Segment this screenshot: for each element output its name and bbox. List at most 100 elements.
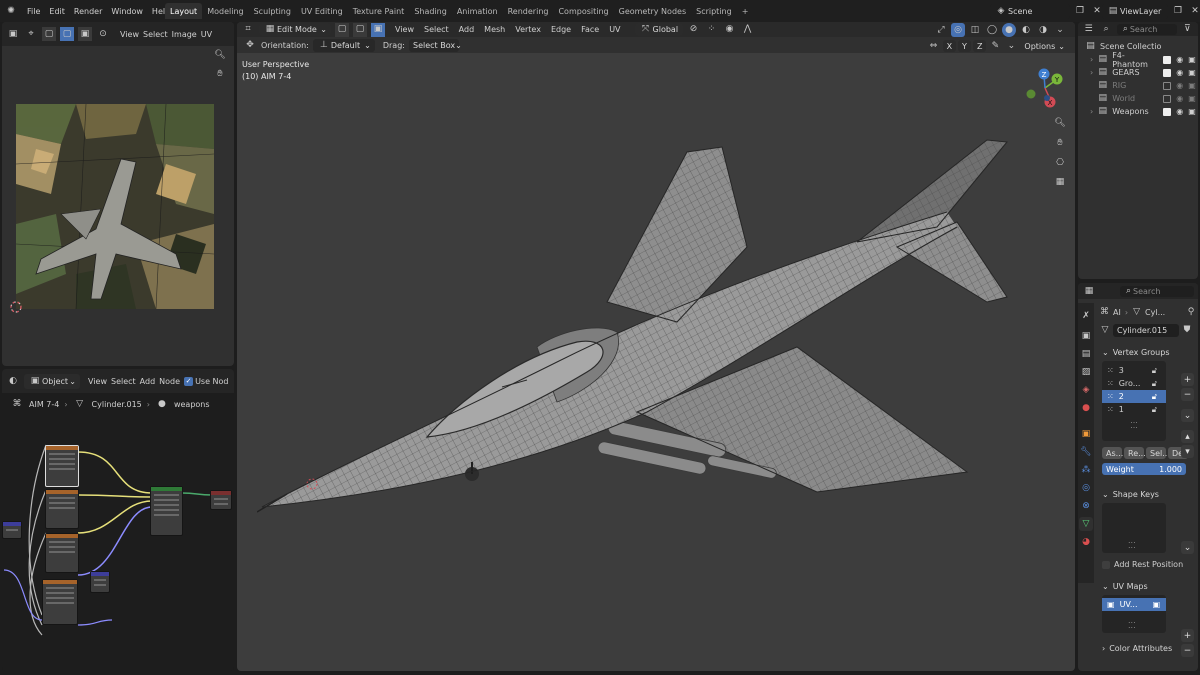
view-layer-tab-icon[interactable]: ▨ <box>1079 365 1093 379</box>
blender-logo-icon[interactable]: ✺ <box>4 4 18 18</box>
add-uv-map-button[interactable]: + <box>1181 629 1194 642</box>
filter-funnel-icon[interactable]: ⊽ <box>1181 22 1194 36</box>
menu-window[interactable]: Window <box>111 7 143 16</box>
material-output-node[interactable] <box>210 490 232 510</box>
orientation-dropdown[interactable]: ⊥ Default ⌄ <box>312 38 375 52</box>
camera-icon[interactable]: ▣ <box>1188 107 1196 116</box>
camera-view-icon[interactable]: ⎔ <box>1053 156 1067 170</box>
move-up-button[interactable]: ▴ <box>1181 430 1194 443</box>
uv-map-item-selected[interactable]: ▣ UV... ▣ <box>1102 598 1166 611</box>
pan-hand-icon[interactable]: ✋︎ <box>1053 136 1067 150</box>
image-menu-view[interactable]: View <box>120 30 139 39</box>
camera-icon[interactable]: ▣ <box>1188 55 1196 64</box>
outliner-item-gears[interactable]: › ▤ GEARS ◉ ▣ <box>1078 66 1198 79</box>
particles-tab-icon[interactable]: ⁂ <box>1079 463 1093 477</box>
image-texture-node[interactable] <box>45 445 79 487</box>
pan-hand-icon[interactable]: ✋︎ <box>213 67 227 81</box>
gizmo-neg-y-icon[interactable] <box>1026 89 1036 99</box>
drag-dropdown[interactable]: Select Box ⌄ <box>408 38 462 52</box>
checkbox-unchecked-icon[interactable] <box>1163 81 1172 90</box>
shape-keys-section-header[interactable]: ⌄ Shape Keys <box>1096 485 1196 503</box>
scene-tab-icon[interactable]: ◈ <box>1079 383 1093 397</box>
eye-icon[interactable]: ◉ <box>1176 107 1183 116</box>
image-menu-image[interactable]: Image <box>172 30 197 39</box>
camera-icon[interactable]: ▣ <box>1188 94 1196 103</box>
tab-animation[interactable]: Animation <box>452 3 503 19</box>
brush-icon[interactable]: ✎ <box>988 39 1002 53</box>
vertex-select-icon[interactable]: ▢ <box>42 27 56 41</box>
remove-button[interactable]: Re... <box>1124 447 1146 459</box>
tab-sculpting[interactable]: Sculpting <box>249 3 296 19</box>
shape-keys-list[interactable]: ⁚⁚⁚ <box>1102 503 1166 553</box>
outliner-item-rig[interactable]: › ▤ RIG ◉ ▣ <box>1078 79 1198 92</box>
viewport-menu-edge[interactable]: Edge <box>551 25 571 34</box>
eye-icon[interactable]: ◉ <box>1176 94 1183 103</box>
data-tab-icon[interactable]: ▽ <box>1079 517 1093 531</box>
object-mode-dropdown[interactable]: ▣ Object ⌄ <box>24 373 80 389</box>
lock-icon[interactable]: 🔓︎ <box>1152 366 1157 376</box>
vertex-select-mode-icon[interactable]: ▢ <box>335 22 349 37</box>
tab-compositing[interactable]: Compositing <box>553 3 613 19</box>
face-select-mode-icon[interactable]: ▣ <box>371 22 385 37</box>
checkbox-checked-icon[interactable] <box>1163 55 1172 64</box>
material-tab-icon[interactable]: ◕ <box>1079 535 1093 549</box>
pin-icon[interactable]: ⚲ <box>1186 305 1196 319</box>
new-view-layer-icon[interactable]: ❐ <box>1171 5 1185 19</box>
zoom-icon[interactable]: 🔍︎ <box>1053 116 1067 130</box>
perspective-toggle-icon[interactable]: ▦ <box>1053 175 1067 189</box>
select-button[interactable]: Sel... <box>1146 447 1170 459</box>
tab-scripting[interactable]: Scripting <box>691 3 737 19</box>
viewport-menu-view[interactable]: View <box>395 25 414 34</box>
add-vertex-group-button[interactable]: + <box>1181 373 1194 386</box>
mode-dropdown[interactable]: ▦ Edit Mode ⌄ <box>259 23 331 36</box>
properties-icon[interactable]: ▦ <box>1082 284 1096 298</box>
show-gizmo-icon[interactable]: ⤢ <box>934 23 948 37</box>
transform-orientation-dropdown[interactable]: ⤧ Global <box>634 23 683 36</box>
vertex-group-item-selected[interactable]: ⁙ 2 🔓︎ <box>1102 390 1166 403</box>
outliner-item-weapons[interactable]: › ▤ Weapons ◉ ▣ <box>1078 105 1198 118</box>
texture-coordinate-node[interactable] <box>2 521 22 539</box>
normal-map-node[interactable] <box>90 571 110 593</box>
view-layer-selector[interactable]: ▤ ViewLayer <box>1102 4 1168 19</box>
lock-icon[interactable]: 🔓︎ <box>1152 405 1157 415</box>
viewport-menu-face[interactable]: Face <box>581 25 599 34</box>
face-select-icon[interactable]: ▣ <box>78 27 92 41</box>
snap-icon[interactable]: ⁘ <box>705 23 719 37</box>
f4-phantom-mesh[interactable] <box>257 132 1017 532</box>
image-texture-node[interactable] <box>45 489 79 529</box>
tab-layout[interactable]: Layout <box>165 3 203 19</box>
3d-viewport-icon[interactable]: ⌗ <box>241 23 255 37</box>
proportional-editing-icon[interactable]: ◉ <box>723 23 737 37</box>
fake-user-shield-icon[interactable]: ⛊ <box>1182 323 1192 337</box>
menu-render[interactable]: Render <box>74 7 102 16</box>
use-nodes-checkbox[interactable]: ✓ Use Nod <box>184 376 229 386</box>
image-editor-icon[interactable]: ▣ <box>6 27 20 41</box>
vertex-groups-list[interactable]: ⁙ 3 🔓︎ ⁙ Gro... 🔓︎ ⁙ 2 🔓︎ ⁙ 1 🔓︎ ⁚⁚⁚ <box>1102 361 1166 441</box>
filter-icon[interactable]: ⌕ <box>1099 22 1112 36</box>
menu-edit[interactable]: Edit <box>49 7 65 16</box>
camera-icon[interactable]: ▣ <box>1153 600 1161 609</box>
checkbox-checked-icon[interactable] <box>1163 68 1172 77</box>
checkbox-unchecked-icon[interactable] <box>1163 94 1172 103</box>
edge-select-icon[interactable]: ▢ <box>60 27 74 41</box>
viewport-menu-add[interactable]: Add <box>459 25 475 34</box>
close-icon[interactable]: ✕ <box>1188 5 1200 19</box>
lock-icon[interactable]: 🔓︎ <box>1152 392 1157 402</box>
tab-rendering[interactable]: Rendering <box>503 3 554 19</box>
world-tab-icon[interactable]: ● <box>1079 401 1093 415</box>
move-down-button[interactable]: ▾ <box>1181 445 1194 458</box>
vertex-groups-section-header[interactable]: ⌄ Vertex Groups <box>1096 343 1196 361</box>
image-menu-select[interactable]: Select <box>143 30 168 39</box>
uv-texture-image[interactable] <box>16 104 214 309</box>
viewport-menu-uv[interactable]: UV <box>609 25 620 34</box>
menu-file[interactable]: File <box>27 7 40 16</box>
properties-search[interactable]: ⌕ Search <box>1120 285 1194 297</box>
viewport-menu-vertex[interactable]: Vertex <box>515 25 541 34</box>
navigation-gizmo[interactable]: Z Y X <box>1019 66 1071 110</box>
list-resize-handle[interactable]: ⁚⁚⁚ <box>1128 621 1136 630</box>
wireframe-shading-icon[interactable]: ◯ <box>985 23 999 37</box>
physics-tab-icon[interactable]: ◎ <box>1079 481 1093 495</box>
node-editor-icon[interactable]: ◐ <box>6 374 20 388</box>
mesh-options-icon[interactable]: ⌄ <box>1004 39 1018 53</box>
sticky-select-icon[interactable]: ⊙ <box>96 27 110 41</box>
